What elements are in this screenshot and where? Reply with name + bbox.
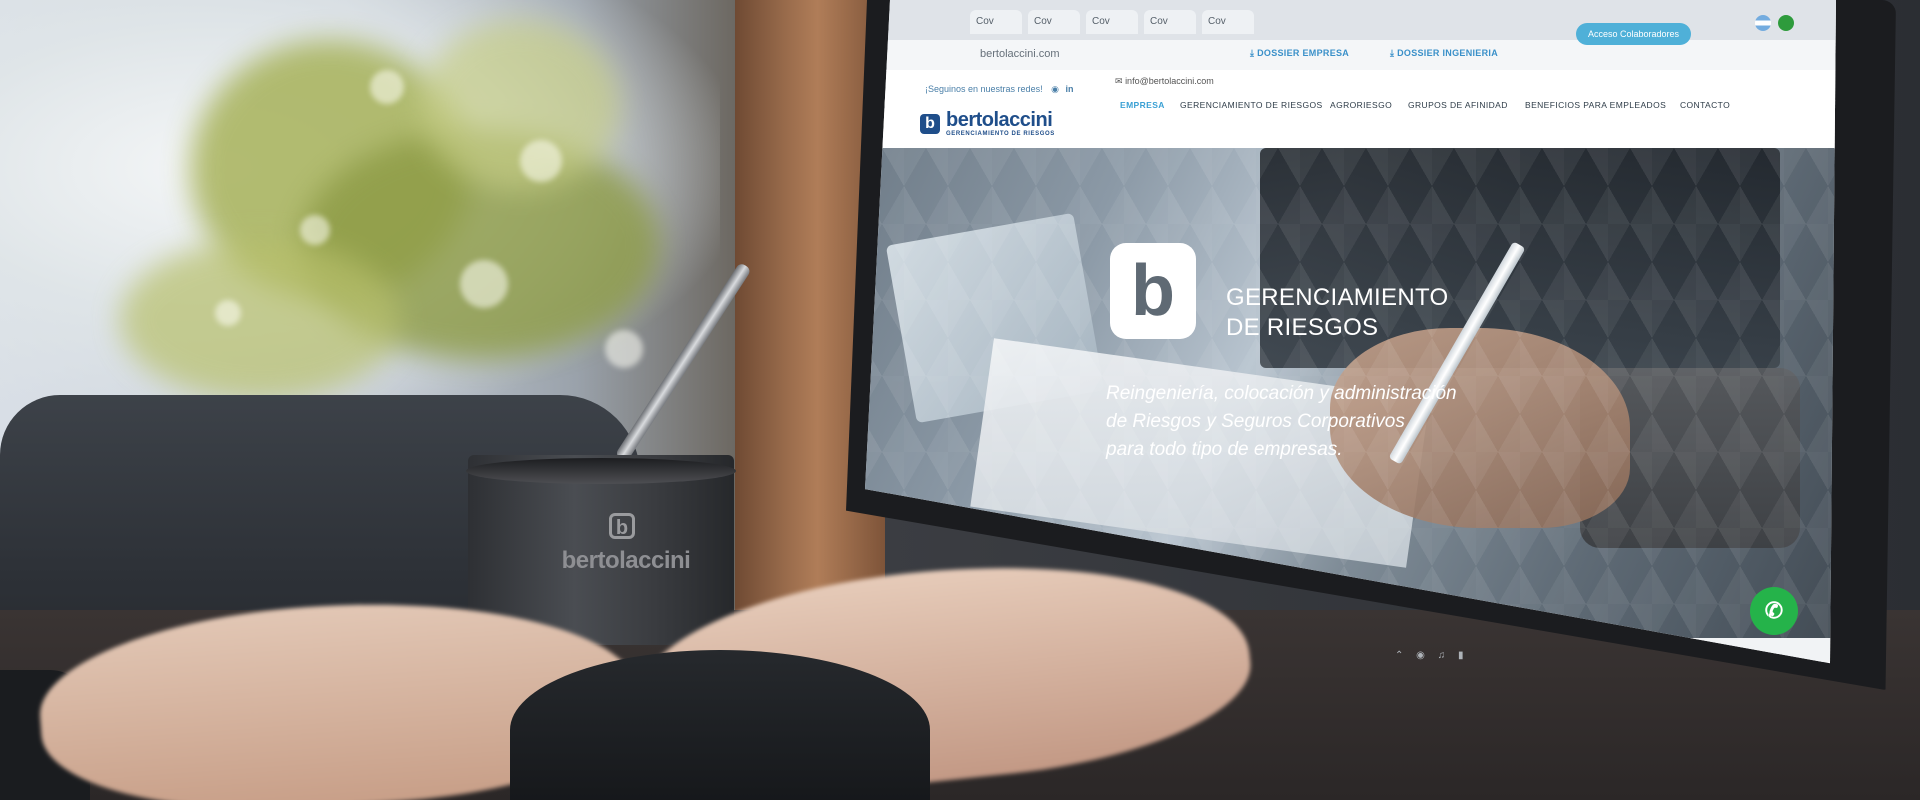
right-sleeve [510, 650, 930, 800]
email-link[interactable]: ✉ info@bertolaccini.com [1115, 76, 1214, 87]
nav-empresa[interactable]: EMPRESA [1120, 100, 1165, 110]
dossier-ingenieria-label: DOSSIER INGENIERIA [1397, 48, 1499, 58]
logo-name[interactable]: bertolaccini [946, 109, 1053, 132]
url-text: bertolaccini.com [980, 48, 1060, 60]
hero-tagline-line3: para todo tipo de empresas. [1106, 439, 1343, 460]
hero-tagline-line1: Reingeniería, colocación y administració… [1106, 383, 1457, 404]
bertolaccini-logo-icon[interactable]: b [920, 114, 940, 134]
mail-icon: ✉ [1115, 76, 1123, 86]
cup-logo-icon: b [609, 513, 635, 539]
hero-title-line1: GERENCIAMIENTO [1226, 284, 1449, 311]
browser-tab[interactable]: Cov [1086, 10, 1138, 34]
browser-tab[interactable]: Cov [1202, 10, 1254, 34]
whatsapp-icon[interactable]: ✆ [1750, 587, 1798, 635]
address-bar[interactable]: bertolaccini.com [865, 40, 1836, 71]
bokeh-light [520, 140, 562, 182]
browser-tab[interactable]: Cov [970, 10, 1022, 34]
dossier-ingenieria-link[interactable]: ⤓ DOSSIER INGENIERIA [1390, 48, 1498, 59]
battery-icon[interactable]: ▮ [1458, 650, 1464, 661]
hero-title-line2: DE RIESGOS [1226, 314, 1379, 341]
download-icon: ⤓ [1390, 48, 1395, 58]
email-text: info@bertolaccini.com [1125, 76, 1214, 86]
flag-argentina-icon[interactable] [1755, 15, 1771, 31]
volume-icon[interactable]: ♫ [1438, 650, 1446, 661]
download-icon: ⤓ [1250, 48, 1255, 58]
dossier-empresa-label: DOSSIER EMPRESA [1257, 48, 1350, 58]
plant-blur [120, 240, 400, 400]
flag-brazil-icon[interactable] [1778, 15, 1794, 31]
logo-subtitle: GERENCIAMIENTO DE RIESGOS [946, 131, 1055, 137]
nav-contacto[interactable]: CONTACTO [1680, 100, 1730, 110]
bokeh-light [300, 215, 330, 245]
hero-tagline: Reingeniería, colocación y administració… [1106, 380, 1526, 464]
nav-grupos-afinidad[interactable]: GRUPOS DE AFINIDAD [1408, 100, 1508, 110]
site-navbar: b bertolaccini GERENCIAMIENTO DE RIESGOS… [865, 100, 1836, 149]
linkedin-icon[interactable]: in [1065, 84, 1073, 94]
bokeh-light [215, 300, 241, 326]
dossier-empresa-link[interactable]: ⤓ DOSSIER EMPRESA [1250, 48, 1349, 59]
social-text: ¡Seguinos en nuestras redes! ◉ in [925, 84, 1073, 95]
browser-tab-bar: Cov Cov Cov Cov Cov [865, 0, 1836, 40]
instagram-icon[interactable]: ◉ [1051, 84, 1059, 94]
bokeh-light [370, 70, 404, 104]
hero-logo-icon: b [1110, 243, 1196, 339]
browser-tab[interactable]: Cov [1144, 10, 1196, 34]
os-taskbar-tray: ⌃ ◉ ♫ ▮ [1395, 650, 1835, 684]
bokeh-light [605, 330, 643, 368]
access-colaboradores-button[interactable]: Acceso Colaboradores [1576, 23, 1692, 45]
bokeh-light [460, 260, 508, 308]
hero-tagline-line2: de Riesgos y Seguros Corporativos [1106, 411, 1405, 432]
wifi-icon[interactable]: ◉ [1416, 650, 1425, 661]
hero-title: GERENCIAMIENTO DE RIESGOS [1226, 283, 1448, 343]
cup-brand-text: bertolaccini [561, 547, 691, 574]
mate-cup-rim [466, 458, 736, 484]
browser-tab[interactable]: Cov [1028, 10, 1080, 34]
nav-agroriesgo[interactable]: AGRORIESGO [1330, 100, 1392, 110]
hero-banner: b GERENCIAMIENTO DE RIESGOS Reingeniería… [865, 148, 1836, 638]
background-scene: b bertolaccini Cov Cov Cov Cov Cov berto… [0, 0, 1920, 800]
nav-beneficios[interactable]: BENEFICIOS PARA EMPLEADOS [1525, 100, 1666, 110]
system-tray-icon[interactable]: ⌃ [1395, 650, 1403, 661]
nav-gerenciamiento[interactable]: GERENCIAMIENTO DE RIESGOS [1180, 100, 1323, 110]
social-label: ¡Seguinos en nuestras redes! [925, 84, 1043, 94]
